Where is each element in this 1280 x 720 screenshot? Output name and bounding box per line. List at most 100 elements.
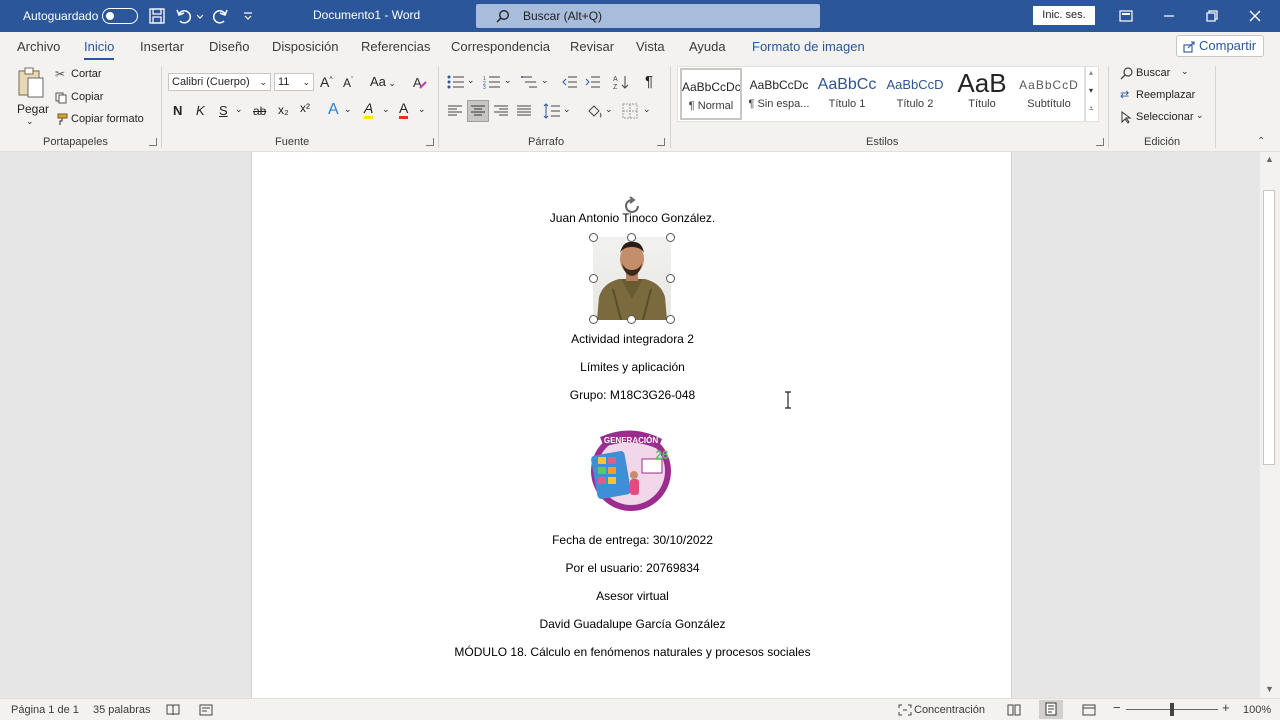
customize-toolbar-icon[interactable] bbox=[238, 6, 258, 26]
align-left-icon[interactable] bbox=[447, 104, 463, 118]
borders-icon[interactable] bbox=[622, 103, 638, 119]
font-launcher-icon[interactable] bbox=[426, 138, 434, 146]
style-normal[interactable]: AaBbCcDc ¶ Normal bbox=[680, 68, 742, 120]
proofing-book-icon[interactable] bbox=[166, 704, 180, 716]
page-count[interactable]: Página 1 de 1 bbox=[11, 704, 79, 716]
tab-vista[interactable]: Vista bbox=[636, 39, 665, 54]
bullets-icon[interactable] bbox=[447, 75, 465, 89]
styles-launcher-icon[interactable] bbox=[1096, 138, 1104, 146]
copy-button[interactable]: Copiar bbox=[55, 90, 115, 106]
underline-dropdown-icon[interactable]: ⌄ bbox=[235, 104, 243, 115]
close-icon[interactable] bbox=[1245, 6, 1265, 26]
numbering-icon[interactable]: 123 bbox=[483, 75, 501, 89]
scroll-down-icon[interactable]: ▼ bbox=[1265, 684, 1274, 694]
show-formatting-marks-button[interactable]: ¶ bbox=[645, 73, 653, 90]
line-spacing-icon[interactable] bbox=[543, 103, 561, 119]
ribbon-display-options-icon[interactable] bbox=[1116, 6, 1136, 26]
font-name-dropdown[interactable]: Calibri (Cuerpo) ⌄ bbox=[168, 73, 271, 91]
collapse-ribbon-icon[interactable]: ⌃ bbox=[1257, 136, 1265, 147]
text-effects-button[interactable]: A bbox=[328, 101, 339, 119]
paste-button[interactable]: Pegar ⌄ bbox=[12, 64, 50, 130]
tab-inicio[interactable]: Inicio bbox=[84, 39, 115, 60]
resize-handle-bottom-left[interactable] bbox=[589, 315, 598, 324]
focus-label[interactable]: Concentración bbox=[914, 704, 985, 716]
share-button[interactable]: Compartir bbox=[1176, 35, 1264, 57]
focus-icon[interactable] bbox=[898, 704, 912, 716]
font-size-dropdown[interactable]: 11 ⌄ bbox=[274, 73, 314, 91]
style-no-spacing[interactable]: AaBbCcDc ¶ Sin espa... bbox=[748, 68, 810, 120]
undo-dropdown-icon[interactable] bbox=[195, 6, 205, 26]
resize-handle-bottom-right[interactable] bbox=[666, 315, 675, 324]
tab-correspondencia[interactable]: Correspondencia bbox=[451, 39, 550, 54]
highlight-dropdown-icon[interactable]: ⌄ bbox=[382, 104, 390, 115]
scrollbar-thumb[interactable] bbox=[1263, 190, 1275, 465]
replace-button[interactable]: ⇄ Reemplazar bbox=[1120, 88, 1200, 104]
tab-diseno[interactable]: Diseño bbox=[209, 39, 249, 54]
resize-handle-right[interactable] bbox=[666, 274, 675, 283]
borders-dropdown-icon[interactable]: ⌄ bbox=[643, 104, 651, 115]
paste-dropdown-icon[interactable]: ⌄ bbox=[26, 116, 34, 127]
resize-handle-top-right[interactable] bbox=[666, 233, 675, 242]
scroll-up-icon[interactable]: ▲ bbox=[1265, 154, 1274, 164]
paragraph-launcher-icon[interactable] bbox=[657, 138, 665, 146]
clear-formatting-icon[interactable]: A bbox=[412, 74, 428, 90]
superscript-button[interactable]: x² bbox=[300, 101, 310, 115]
resize-handle-top[interactable] bbox=[627, 233, 636, 242]
clipboard-launcher-icon[interactable] bbox=[149, 138, 157, 146]
shading-dropdown-icon[interactable]: ⌄ bbox=[605, 104, 613, 115]
sort-icon[interactable]: AZ bbox=[613, 74, 629, 90]
font-color-dropdown-icon[interactable]: ⌄ bbox=[418, 104, 426, 115]
gallery-more-icon[interactable]: ⩡ bbox=[1089, 104, 1094, 114]
style-heading-2[interactable]: AaBbCcD Título 2 bbox=[884, 68, 946, 120]
style-title[interactable]: AaB Título bbox=[951, 68, 1013, 120]
tab-insertar[interactable]: Insertar bbox=[140, 39, 184, 54]
grow-font-button[interactable]: A^ bbox=[320, 74, 333, 90]
italic-button[interactable]: K bbox=[196, 103, 205, 118]
highlight-button[interactable]: A bbox=[364, 101, 374, 119]
gallery-up-icon[interactable]: ▴ bbox=[1089, 68, 1093, 77]
print-layout-button[interactable] bbox=[1039, 700, 1063, 719]
bullets-dropdown-icon[interactable]: ⌄ bbox=[467, 75, 475, 86]
select-button[interactable]: Seleccionar ⌄ bbox=[1120, 110, 1206, 126]
redo-icon[interactable] bbox=[210, 6, 230, 26]
tab-disposicion[interactable]: Disposición bbox=[272, 39, 338, 54]
cut-button[interactable]: ✂ Cortar bbox=[55, 67, 115, 83]
document-canvas[interactable]: Juan Antonio Tinoco González. Actividad … bbox=[0, 152, 1260, 698]
tab-revisar[interactable]: Revisar bbox=[570, 39, 614, 54]
tab-formato-de-imagen[interactable]: Formato de imagen bbox=[752, 39, 865, 54]
save-icon[interactable] bbox=[147, 6, 167, 26]
zoom-level[interactable]: 100% bbox=[1243, 704, 1271, 716]
gallery-down-icon[interactable]: ▾ bbox=[1089, 86, 1093, 95]
increase-indent-icon[interactable] bbox=[585, 75, 601, 89]
sign-in-button[interactable]: Inic. ses. bbox=[1033, 6, 1095, 25]
autosave-toggle[interactable] bbox=[102, 8, 138, 24]
search-box[interactable]: Buscar (Alt+Q) bbox=[476, 4, 820, 28]
strikethrough-button[interactable]: ab bbox=[253, 104, 266, 118]
shrink-font-button[interactable]: Aˇ bbox=[343, 76, 353, 90]
line-spacing-dropdown-icon[interactable]: ⌄ bbox=[563, 104, 571, 115]
restore-icon[interactable] bbox=[1202, 6, 1222, 26]
resize-handle-bottom[interactable] bbox=[627, 315, 636, 324]
zoom-out-icon[interactable]: − bbox=[1113, 700, 1121, 715]
minimize-icon[interactable] bbox=[1159, 6, 1179, 26]
find-button[interactable]: Buscar ⌄ bbox=[1120, 66, 1190, 82]
rotate-handle-icon[interactable] bbox=[621, 195, 643, 217]
resize-handle-left[interactable] bbox=[589, 274, 598, 283]
accessibility-icon[interactable] bbox=[199, 704, 213, 716]
change-case-button[interactable]: Aa ⌄ bbox=[370, 74, 396, 89]
resize-handle-top-left[interactable] bbox=[589, 233, 598, 242]
decrease-indent-icon[interactable] bbox=[562, 75, 578, 89]
multilevel-dropdown-icon[interactable]: ⌄ bbox=[541, 75, 549, 86]
underline-button[interactable]: S bbox=[219, 103, 228, 118]
font-color-button[interactable]: A bbox=[399, 101, 409, 119]
style-heading-1[interactable]: AaBbCc Título 1 bbox=[816, 68, 878, 120]
document-page[interactable]: Juan Antonio Tinoco González. Actividad … bbox=[251, 152, 1012, 698]
web-layout-icon[interactable] bbox=[1082, 704, 1096, 716]
align-center-button[interactable] bbox=[467, 100, 489, 122]
word-count[interactable]: 35 palabras bbox=[93, 704, 151, 716]
tab-archivo[interactable]: Archivo bbox=[17, 39, 60, 54]
read-mode-icon[interactable] bbox=[1007, 704, 1021, 716]
style-subtitle[interactable]: AaBbCcD Subtítulo bbox=[1018, 68, 1080, 120]
multilevel-list-icon[interactable] bbox=[520, 75, 538, 89]
tab-referencias[interactable]: Referencias bbox=[361, 39, 430, 54]
